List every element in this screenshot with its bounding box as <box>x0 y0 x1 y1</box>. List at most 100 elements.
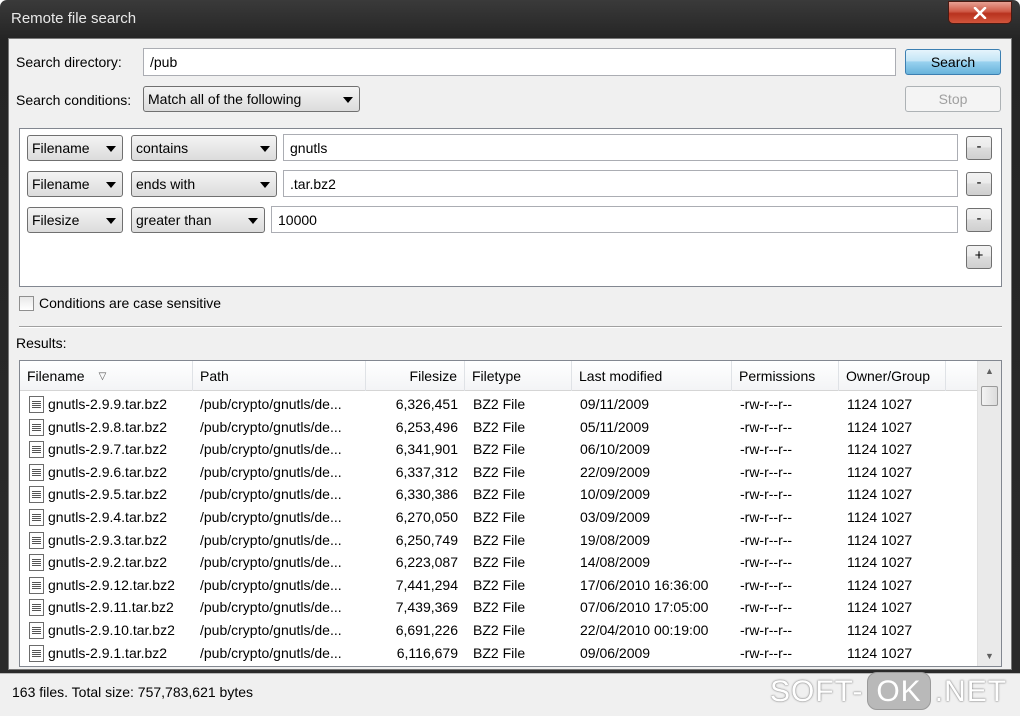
search-conditions-label: Search conditions: <box>16 92 132 108</box>
table-row[interactable]: gnutls-2.9.3.tar.bz2/pub/crypto/gnutls/d… <box>20 529 977 552</box>
condition-operator-select[interactable]: ends with <box>131 171 277 197</box>
results-list[interactable]: Filename ▽ Path Filesize Filetype Last mo… <box>19 360 1002 667</box>
cell-permissions: -rw-r--r-- <box>740 644 793 661</box>
cell-filesize: 6,341,901 <box>395 441 458 458</box>
search-button[interactable]: Search <box>905 49 1001 75</box>
column-header-last-modified[interactable]: Last modified <box>572 361 732 391</box>
column-header-permissions[interactable]: Permissions <box>732 361 839 391</box>
condition-value-input[interactable]: 10000 <box>271 206 958 233</box>
cell-owner-group: 1124 1027 <box>847 554 913 571</box>
case-sensitive-checkbox[interactable] <box>19 296 34 311</box>
remove-condition-button[interactable]: - <box>966 208 992 232</box>
search-directory-label: Search directory: <box>16 54 122 70</box>
bz2-file-icon <box>29 644 44 662</box>
vertical-scrollbar[interactable]: ▲ ▼ <box>977 361 1001 666</box>
column-header-path[interactable]: Path <box>193 361 366 391</box>
table-row[interactable]: gnutls-2.9.2.tar.bz2/pub/crypto/gnutls/d… <box>20 551 977 574</box>
cell-permissions: -rw-r--r-- <box>740 576 793 593</box>
cell-filesize: 6,270,050 <box>395 509 458 525</box>
cell-filename: gnutls-2.9.6.tar.bz2 <box>48 463 168 480</box>
cell-last-modified: 10/09/2009 <box>580 486 651 503</box>
cell-filesize: 7,441,294 <box>395 576 458 593</box>
condition-value-input[interactable]: .tar.bz2 <box>283 170 958 197</box>
condition-operator-value: greater than <box>136 212 212 228</box>
cell-path: /pub/crypto/gnutls/de... <box>200 396 342 412</box>
cell-owner-group: 1124 1027 <box>847 396 913 412</box>
cell-filesize: 6,116,679 <box>396 644 458 661</box>
bz2-file-icon <box>29 509 44 526</box>
cell-owner-group: 1124 1027 <box>847 644 913 661</box>
cell-last-modified: 19/08/2009 <box>580 531 651 548</box>
condition-operator-select[interactable]: contains <box>131 135 277 161</box>
scroll-down-icon[interactable]: ▼ <box>978 646 1001 666</box>
table-row[interactable]: gnutls-2.9.10.tar.bz2/pub/crypto/gnutls/… <box>20 619 977 642</box>
close-button[interactable] <box>948 1 1012 24</box>
cell-path: /pub/crypto/gnutls/de... <box>200 463 342 480</box>
cell-last-modified: 22/04/2010 00:19:00 <box>580 622 709 638</box>
table-row[interactable]: gnutls-2.9.11.tar.bz2/pub/crypto/gnutls/… <box>20 596 977 619</box>
cell-permissions: -rw-r--r-- <box>740 622 793 638</box>
results-header: Filename ▽ Path Filesize Filetype Last mo… <box>20 361 977 391</box>
cell-filesize: 7,439,369 <box>395 599 458 616</box>
condition-field-select[interactable]: Filename <box>27 135 123 161</box>
cell-last-modified: 17/06/2010 16:36:00 <box>580 576 709 593</box>
title-bar[interactable]: Remote file search <box>0 0 1020 38</box>
bz2-file-icon <box>29 599 44 617</box>
scrollbar-thumb[interactable] <box>981 386 998 406</box>
cell-last-modified: 22/09/2009 <box>580 463 651 480</box>
table-row[interactable]: gnutls-2.9.1.tar.bz2/pub/crypto/gnutls/d… <box>20 642 977 665</box>
condition-field-select[interactable]: Filename <box>27 171 123 197</box>
cell-path: /pub/crypto/gnutls/de... <box>200 486 342 503</box>
table-row[interactable]: gnutls-2.9.5.tar.bz2/pub/crypto/gnutls/d… <box>20 483 977 506</box>
column-header-filesize[interactable]: Filesize <box>366 361 465 391</box>
cell-filetype: BZ2 File <box>473 599 526 616</box>
table-row[interactable]: gnutls-2.9.8.tar.bz2/pub/crypto/gnutls/d… <box>20 416 977 439</box>
remove-condition-button[interactable]: - <box>966 136 992 160</box>
cell-path: /pub/crypto/gnutls/de... <box>200 531 342 548</box>
cell-permissions: -rw-r--r-- <box>740 599 793 616</box>
remove-condition-button[interactable]: - <box>966 172 992 196</box>
table-row[interactable]: gnutls-2.9.9.tar.bz2/pub/crypto/gnutls/d… <box>20 393 977 416</box>
cell-permissions: -rw-r--r-- <box>740 396 793 412</box>
cell-filesize: 6,326,451 <box>395 396 458 412</box>
cell-last-modified: 09/11/2009 <box>580 396 650 412</box>
cell-path: /pub/crypto/gnutls/de... <box>200 576 342 593</box>
column-header-filetype[interactable]: Filetype <box>465 361 572 391</box>
scroll-up-icon[interactable]: ▲ <box>978 361 1001 381</box>
cell-filesize: 6,330,386 <box>395 486 458 503</box>
cell-filetype: BZ2 File <box>473 486 526 503</box>
cell-path: /pub/crypto/gnutls/de... <box>200 644 342 661</box>
column-header-filename[interactable]: Filename ▽ <box>20 361 193 391</box>
bz2-file-icon <box>29 441 44 459</box>
cell-permissions: -rw-r--r-- <box>740 554 793 571</box>
bz2-file-icon <box>29 576 44 594</box>
cell-filesize: 6,223,087 <box>395 554 458 571</box>
condition-field-select[interactable]: Filesize <box>27 207 123 233</box>
cell-permissions: -rw-r--r-- <box>740 531 793 548</box>
search-directory-input[interactable]: /pub <box>143 48 896 76</box>
condition-operator-value: ends with <box>136 176 196 192</box>
bz2-file-icon <box>29 622 44 639</box>
cell-filename: gnutls-2.9.5.tar.bz2 <box>48 486 168 503</box>
condition-value-input[interactable]: gnutls <box>283 134 958 161</box>
chevron-down-icon <box>248 218 258 224</box>
conditions-mode-select[interactable]: Match all of the following <box>143 86 360 112</box>
table-row[interactable]: gnutls-2.9.6.tar.bz2/pub/crypto/gnutls/d… <box>20 461 977 484</box>
chevron-down-icon <box>106 146 116 152</box>
table-row[interactable]: gnutls-2.9.4.tar.bz2/pub/crypto/gnutls/d… <box>20 506 977 529</box>
cell-path: /pub/crypto/gnutls/de... <box>200 441 342 458</box>
cell-filetype: BZ2 File <box>473 622 526 638</box>
add-condition-button[interactable]: + <box>966 245 992 269</box>
table-row[interactable]: gnutls-2.9.7.tar.bz2/pub/crypto/gnutls/d… <box>20 438 977 461</box>
cell-path: /pub/crypto/gnutls/de... <box>200 554 342 571</box>
cell-filename: gnutls-2.9.1.tar.bz2 <box>48 644 168 661</box>
cell-filesize: 6,250,749 <box>395 531 458 548</box>
stop-button[interactable]: Stop <box>905 86 1001 112</box>
cell-owner-group: 1124 1027 <box>847 441 913 458</box>
cell-filetype: BZ2 File <box>473 531 526 548</box>
column-header-owner-group[interactable]: Owner/Group <box>839 361 946 391</box>
condition-operator-select[interactable]: greater than <box>131 207 265 233</box>
cell-path: /pub/crypto/gnutls/de... <box>200 622 342 638</box>
table-row[interactable]: gnutls-2.9.12.tar.bz2/pub/crypto/gnutls/… <box>20 574 977 597</box>
cell-owner-group: 1124 1027 <box>847 622 913 638</box>
